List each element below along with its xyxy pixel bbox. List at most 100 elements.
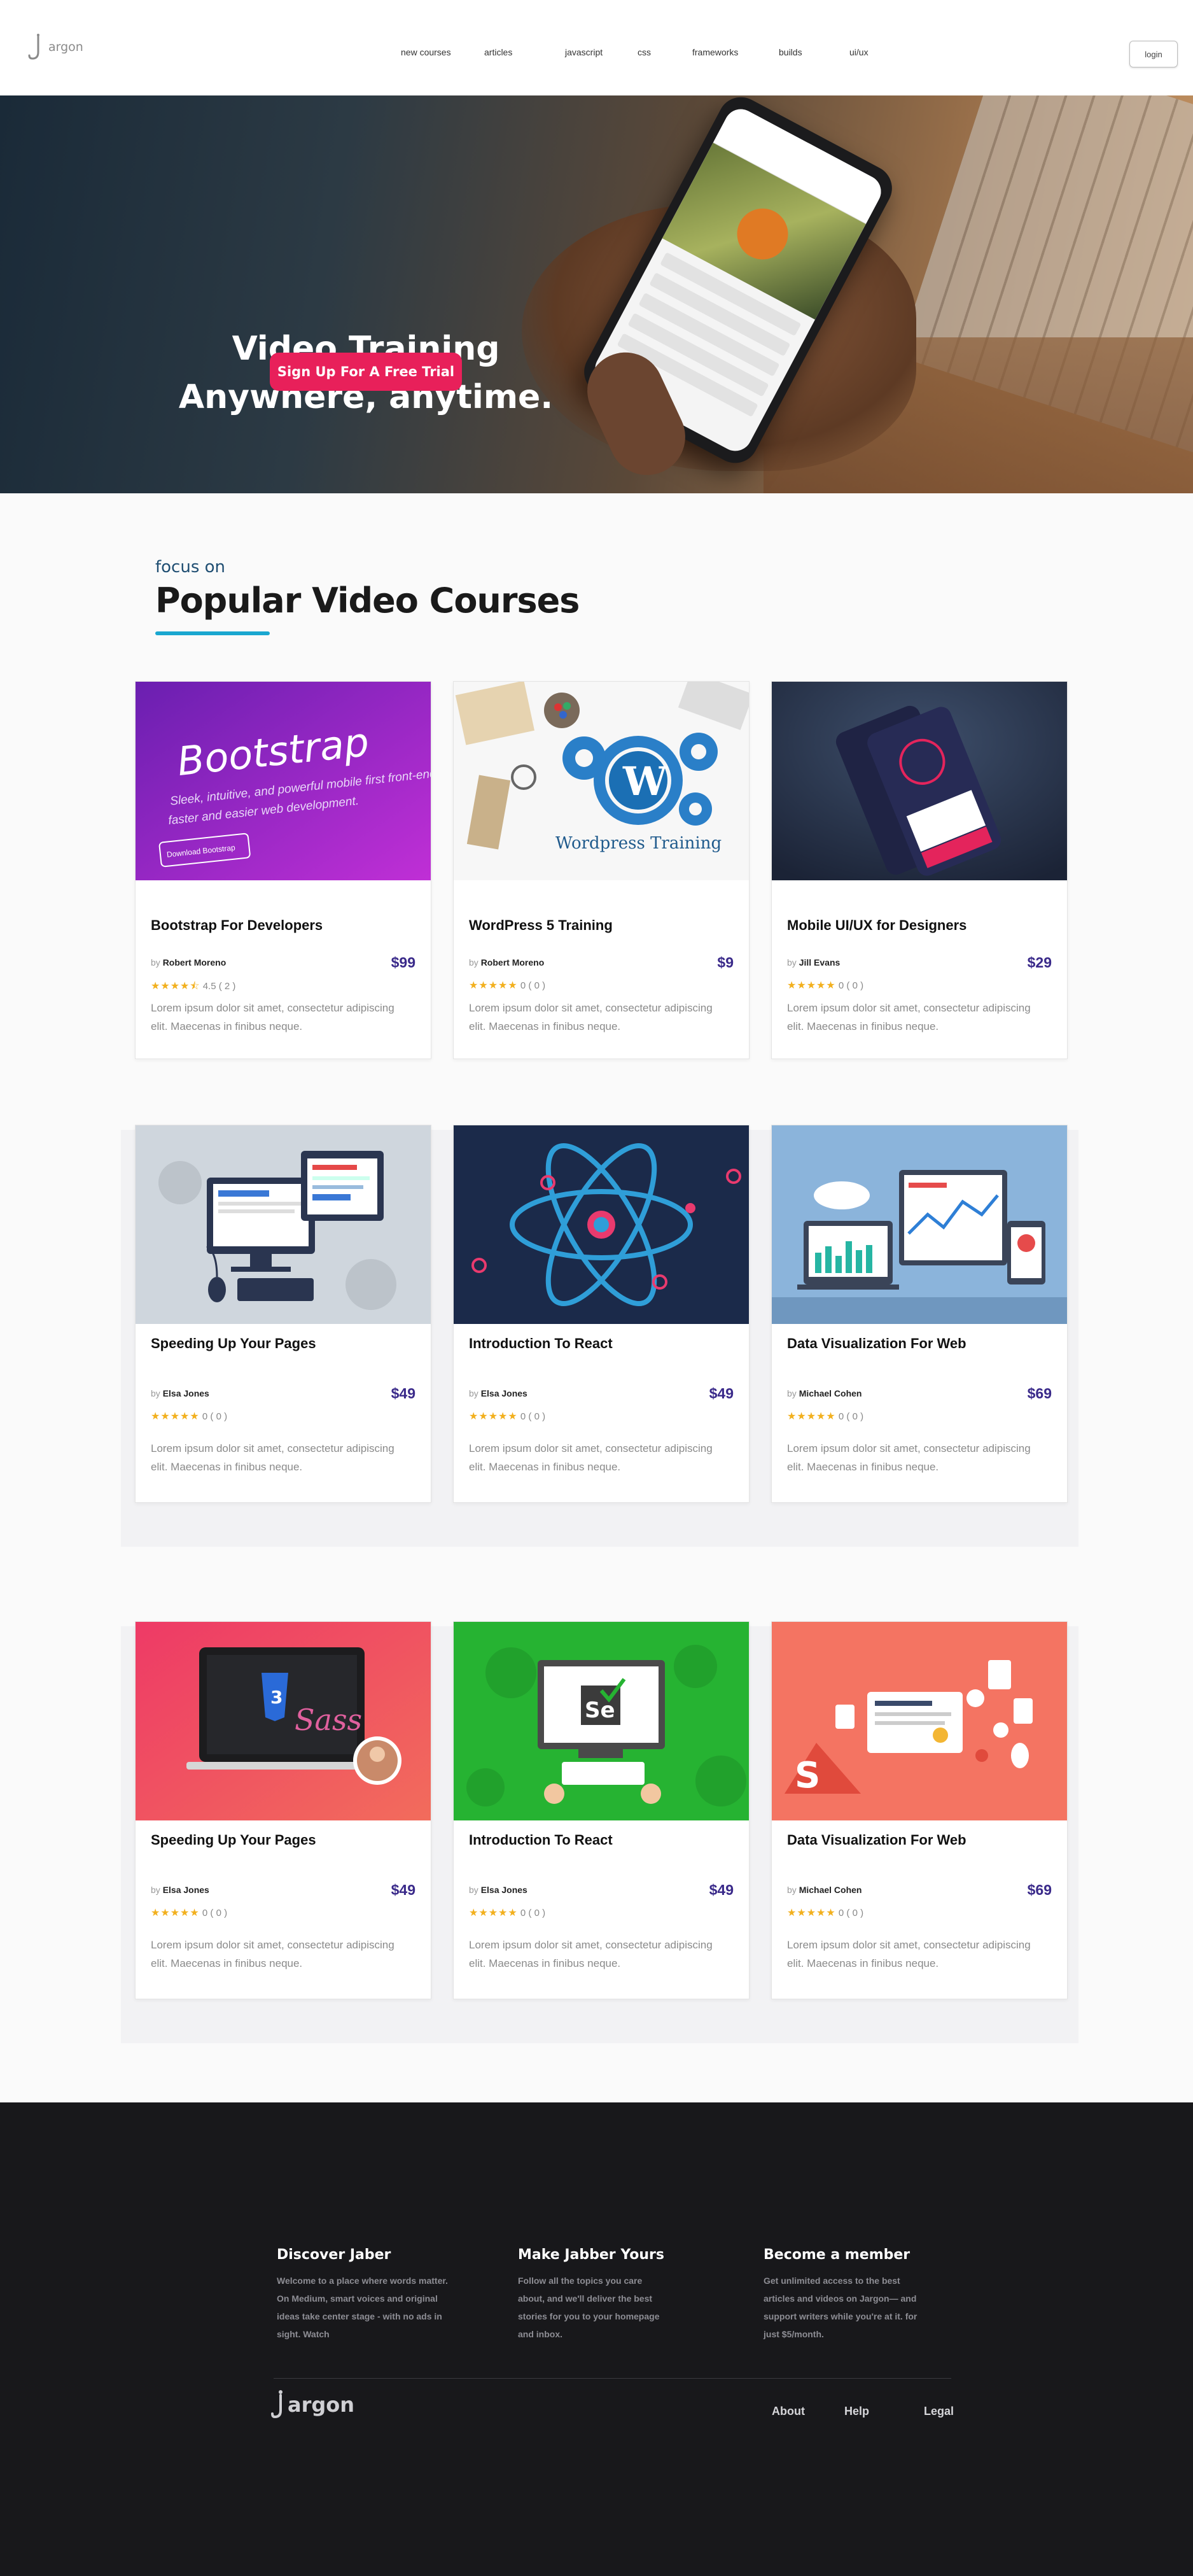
course-price: $49 [391, 1385, 415, 1402]
course-author-name[interactable]: Elsa Jones [481, 1885, 527, 1895]
course-author: by Elsa Jones [151, 1388, 209, 1398]
course-rating: ★★★★★ 0 ( 0 ) [469, 1906, 545, 1919]
course-rating: ★★★★★ 0 ( 0 ) [469, 1410, 545, 1423]
nav-uiux[interactable]: ui/ux [849, 47, 869, 57]
course-author-name[interactable]: Elsa Jones [163, 1388, 209, 1398]
course-rating: ★★★★★ 0 ( 0 ) [151, 1906, 227, 1919]
course-author: by Jill Evans [787, 957, 840, 968]
course-thumbnail[interactable] [772, 682, 1067, 880]
course-rating-text: 0 ( 0 ) [838, 1908, 864, 1918]
course-rating-text: 0 ( 0 ) [520, 1411, 546, 1422]
course-card[interactable]: Mobile UI/UX for Designers by Jill Evans… [771, 681, 1068, 1059]
course-author-name[interactable]: Robert Moreno [163, 957, 227, 968]
course-price: $29 [1027, 954, 1052, 971]
course-author: by Elsa Jones [469, 1388, 527, 1398]
footer-logo[interactable]: argon [271, 2390, 354, 2419]
course-author-name[interactable]: Michael Cohen [799, 1388, 862, 1398]
course-card[interactable]: Speeding Up Your Pages by Elsa Jones $49… [135, 1125, 431, 1503]
footer-link-legal[interactable]: Legal [924, 2405, 954, 2418]
course-card[interactable]: S Data Visualization For Web by Michael … [771, 1621, 1068, 1999]
course-rating: ★★★★★ 0 ( 0 ) [787, 1906, 863, 1919]
course-thumbnail[interactable]: Se [454, 1622, 749, 1820]
course-thumbnail[interactable]: Bootstrap Sleek, intuitive, and powerful… [136, 682, 431, 880]
course-card[interactable]: Se Introduction To React by Elsa Jones $… [453, 1621, 750, 1999]
course-description: Lorem ipsum dolor sit amet, consectetur … [469, 1002, 713, 1032]
footer-column-title: Discover Jaber [277, 2247, 391, 2263]
nav-articles[interactable]: articles [484, 47, 512, 57]
course-title[interactable]: Data Visualization For Web [787, 1335, 966, 1352]
nav-frameworks[interactable]: frameworks [692, 47, 738, 57]
course-title[interactable]: Speeding Up Your Pages [151, 1832, 316, 1848]
course-rating-text: 0 ( 0 ) [520, 1908, 546, 1918]
star-rating-icon: ★★★★⯪ [151, 981, 200, 992]
course-author-prefix: by [151, 957, 160, 968]
course-author: by Michael Cohen [787, 1885, 862, 1895]
star-rating-icon: ★★★★★ [469, 1411, 518, 1422]
course-price: $69 [1027, 1882, 1052, 1898]
course-rating-text: 0 ( 0 ) [202, 1411, 228, 1422]
login-button[interactable]: login [1129, 41, 1178, 67]
footer-divider [274, 2378, 951, 2379]
course-author-prefix: by [787, 1885, 797, 1895]
course-title[interactable]: Mobile UI/UX for Designers [787, 917, 966, 934]
course-title[interactable]: Speeding Up Your Pages [151, 1335, 316, 1352]
course-rating-text: 4.5 ( 2 ) [202, 981, 236, 992]
course-rating: ★★★★★ 0 ( 0 ) [151, 1410, 227, 1423]
course-rating: ★★★★★ 0 ( 0 ) [469, 979, 545, 992]
course-thumbnail[interactable] [454, 1125, 749, 1324]
course-author-name[interactable]: Jill Evans [799, 957, 841, 968]
star-rating-icon: ★★★★★ [469, 1908, 518, 1918]
course-thumbnail[interactable]: 3 Sass [136, 1622, 431, 1820]
footer-logo-j-icon [271, 2390, 283, 2419]
course-thumbnail[interactable]: W Wordpress Training [454, 682, 749, 880]
footer-column-text: Welcome to a place where words matter. O… [277, 2276, 448, 2339]
star-rating-icon: ★★★★★ [787, 980, 836, 991]
course-title[interactable]: WordPress 5 Training [469, 917, 613, 934]
footer-link-help[interactable]: Help [844, 2405, 869, 2418]
course-author-prefix: by [151, 1388, 160, 1398]
course-price: $49 [709, 1882, 734, 1898]
nav-javascript[interactable]: javascript [565, 47, 603, 57]
main-menu: new courses articles javascript css fram… [0, 47, 1193, 60]
star-rating-icon: ★★★★★ [469, 980, 518, 991]
course-author-prefix: by [787, 957, 797, 968]
course-thumbnail[interactable] [136, 1125, 431, 1324]
course-price: $9 [717, 954, 734, 971]
course-thumbnail[interactable] [772, 1125, 1067, 1324]
footer-column-title: Make Jabber Yours [518, 2247, 664, 2263]
course-card[interactable]: Bootstrap Sleek, intuitive, and powerful… [135, 681, 431, 1059]
course-card[interactable]: Introduction To React by Elsa Jones $49 … [453, 1125, 750, 1503]
course-description: Lorem ipsum dolor sit amet, consectetur … [151, 1442, 394, 1473]
wordpress-image-title: Wordpress Training [555, 834, 722, 853]
course-author-name[interactable]: Elsa Jones [163, 1885, 209, 1895]
course-author-name[interactable]: Michael Cohen [799, 1885, 862, 1895]
course-card[interactable]: W Wordpress Training WordPress 5 Trainin… [453, 681, 750, 1059]
course-author-name[interactable]: Elsa Jones [481, 1388, 527, 1398]
title-underline [155, 631, 270, 635]
nav-new-courses[interactable]: new courses [401, 47, 451, 57]
course-author-prefix: by [469, 957, 478, 968]
section-title: Popular Video Courses [155, 581, 580, 621]
course-title[interactable]: Introduction To React [469, 1832, 613, 1848]
footer: Discover Jaber Welcome to a place where … [0, 2102, 1193, 2576]
free-trial-button[interactable]: Sign Up For A Free Trial [270, 353, 462, 391]
course-author: by Michael Cohen [787, 1388, 862, 1398]
star-rating-icon: ★★★★★ [151, 1411, 200, 1422]
course-title[interactable]: Bootstrap For Developers [151, 917, 323, 934]
course-title[interactable]: Introduction To React [469, 1335, 613, 1352]
course-author-name[interactable]: Robert Moreno [481, 957, 545, 968]
course-price: $49 [709, 1385, 734, 1402]
course-thumbnail[interactable]: S [772, 1622, 1067, 1820]
section-eyebrow: focus on [155, 558, 226, 577]
course-description: Lorem ipsum dolor sit amet, consectetur … [787, 1002, 1031, 1032]
course-card[interactable]: 3 Sass Speeding Up Your Pages by Elsa Jo… [135, 1621, 431, 1999]
footer-logo-text: argon [288, 2393, 355, 2417]
nav-css[interactable]: css [638, 47, 651, 57]
course-price: $69 [1027, 1385, 1052, 1402]
course-title[interactable]: Data Visualization For Web [787, 1832, 966, 1848]
course-card[interactable]: Data Visualization For Web by Michael Co… [771, 1125, 1068, 1503]
course-description: Lorem ipsum dolor sit amet, consectetur … [151, 1002, 394, 1032]
nav-builds[interactable]: builds [779, 47, 802, 57]
footer-link-about[interactable]: About [772, 2405, 805, 2418]
course-rating-text: 0 ( 0 ) [838, 980, 864, 991]
